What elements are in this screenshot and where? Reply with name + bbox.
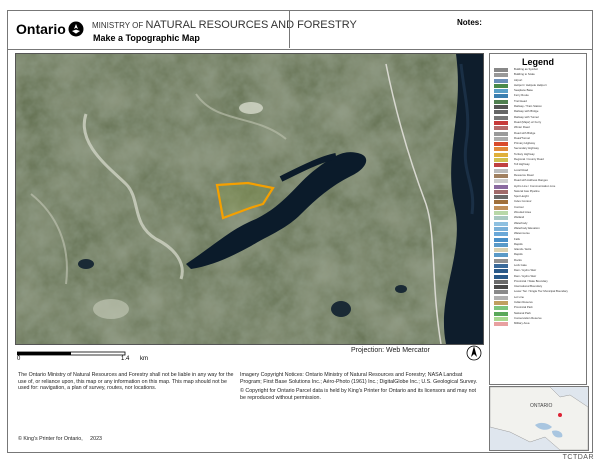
legend-list: Building as Symbol Building to Scale Airpo… [490, 67, 586, 327]
locator-inset-map: ONTARIO [489, 386, 589, 451]
legend-label: Railway with Tunnel [514, 114, 539, 119]
legend-item: Military Area [494, 321, 586, 327]
legend-label: Heliport / Helipole Heliport [514, 82, 547, 87]
legend-title: Legend [521, 57, 554, 67]
legend-label: Winter Road [514, 125, 530, 130]
trillium-icon [68, 21, 84, 37]
legend-label: Road (Major) w/ Ferry [514, 119, 542, 124]
legend-label: Dam / Hydro Weir [514, 273, 537, 278]
legend-label: Falls [514, 236, 520, 241]
inset-label: ONTARIO [530, 403, 553, 409]
scale-bar-graphic [16, 351, 126, 356]
legend-label: Watercourse [514, 231, 530, 236]
map-view[interactable] [15, 53, 484, 345]
north-arrow-icon [466, 345, 482, 361]
legend-label: Natural Gas Pipeline [514, 188, 540, 193]
legend-label: Rapids [514, 241, 523, 246]
liability-disclaimer: The Ontario Ministry of Natural Resource… [18, 372, 234, 392]
legend-label: Wooded Area [514, 210, 531, 215]
notes-label: Notes: [457, 18, 482, 27]
legend-label: Road with Bridge [514, 130, 536, 135]
ministry-prefix: MINISTRY OF [92, 21, 144, 30]
legend-label: Railway / Train Station [514, 104, 542, 109]
legend-label: Lower Tier / Single Tier Municipal Bound… [514, 289, 568, 294]
page-subtitle: Make a Topographic Map [93, 33, 200, 43]
imagery-copyright: Imagery Copyright Notices: Ontario Minis… [240, 372, 478, 385]
legend-label: Primary Highway [514, 141, 536, 146]
scale-bar: 0 1.4 km [16, 347, 148, 365]
legend-label: National Park [514, 310, 531, 315]
legend-label: Road with Address Ranges [514, 178, 548, 183]
legend-label: Contour [514, 204, 524, 209]
legend-label: Provincial / State Boundary [514, 278, 548, 283]
kings-printer-copyright: © King's Printer for Ontario, 2023 [18, 436, 102, 442]
legend-label: Hydro Line / Communication Line [514, 183, 556, 188]
watermark: TCTDAR [562, 454, 594, 461]
notes-box[interactable]: Notes: [289, 11, 594, 48]
legend-label: Military Area [514, 321, 530, 326]
legend-label: Tertiary Highway [514, 151, 535, 156]
copyright-year: 2023 [90, 436, 102, 442]
imagery-notices: Imagery Copyright Notices: Ontario Minis… [240, 372, 480, 401]
scale-unit: km [140, 356, 148, 362]
ontario-logo: Ontario [16, 21, 66, 37]
projection-label: Projection: Web Mercator [351, 347, 430, 354]
legend-label: Waterbody Elevation [514, 225, 540, 230]
header: Ontario MINISTRY OF NATURAL RESOURCES AN… [8, 11, 592, 50]
legend-label: Building to Scale [514, 72, 535, 77]
legend-label: Dam / Hydro Weir [514, 268, 537, 273]
legend-label: International Boundary [514, 284, 543, 289]
legend-label: Toll Highway [514, 162, 530, 167]
legend-panel: Legend Building as Symbol Building to Sca… [489, 53, 587, 385]
scale-zero: 0 [17, 356, 21, 362]
legend-label: Ferry Route [514, 93, 529, 98]
legend-label: Regional / County Road [514, 157, 544, 162]
legend-label: Building as Symbol [514, 67, 538, 71]
legend-label: Trail Head [514, 98, 527, 103]
legend-label: Rocks [514, 257, 522, 262]
legend-label: Conservation Reserve [514, 315, 542, 320]
legend-label: Wetland [514, 215, 525, 220]
legend-label: Seaplane Base [514, 88, 533, 93]
legend-label: Indian Reserve [514, 300, 533, 305]
scale-distance: 1.4 [121, 356, 130, 362]
legend-label: Airport [514, 77, 523, 82]
location-marker-icon [558, 413, 562, 417]
legend-label: Index Contour [514, 199, 532, 204]
legend-label: Local Road [514, 167, 529, 172]
satellite-imagery [16, 54, 483, 344]
legend-label: Provincial Park [514, 305, 533, 310]
legend-label: Railway with Bridge [514, 109, 539, 114]
map-frame: Ontario MINISTRY OF NATURAL RESOURCES AN… [7, 10, 593, 453]
legend-label: Road/Tunnel [514, 135, 530, 140]
copyright-text: © King's Printer for Ontario, [18, 436, 83, 442]
legend-label: Resource Road [514, 172, 534, 177]
legend-swatch-icon [494, 322, 508, 327]
legend-label: Waterbody [514, 220, 528, 225]
legend-label: Secondary Highway [514, 146, 539, 151]
parcel-copyright: © Copyright for Ontario Parcel data is h… [240, 388, 477, 401]
legend-label: Lot Line [514, 294, 524, 299]
locator-map-graphic: ONTARIO [490, 387, 588, 450]
legend-label: Rapids [514, 252, 523, 257]
legend-label: Lock Gate [514, 262, 527, 267]
legend-label: Spot Height [514, 194, 529, 199]
legend-label: Islands / Exits [514, 247, 532, 252]
